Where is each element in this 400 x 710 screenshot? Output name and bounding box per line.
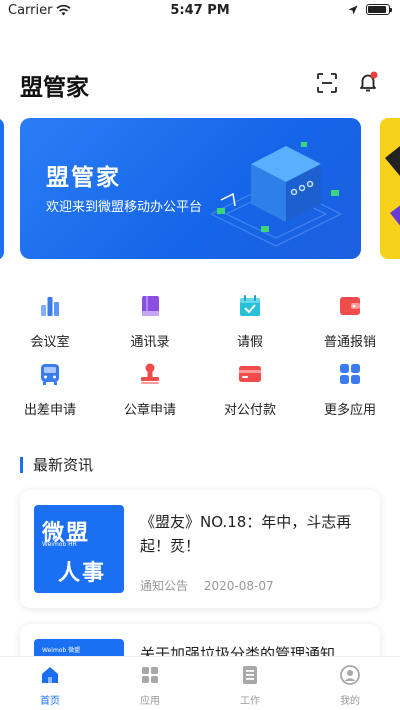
tab-work[interactable]: 工作 bbox=[200, 657, 300, 710]
news-title: 《盟友》NO.18：年中，斗志再起！烎！ bbox=[140, 513, 352, 555]
app-screen: Carrier 5:47 PM 盟管家 盟管家 欢迎来到微盟移动办公平台 会议室… bbox=[0, 0, 400, 710]
tab-home[interactable]: 首页 bbox=[0, 657, 100, 710]
stamp-icon bbox=[141, 363, 159, 384]
shortcut-meeting-room[interactable]: 会议室 bbox=[0, 293, 100, 361]
banner-title: 盟管家 bbox=[46, 165, 121, 191]
banner-subtitle: 欢迎来到微盟移动办公平台 bbox=[46, 200, 203, 215]
shortcut-contacts[interactable]: 通讯录 bbox=[100, 293, 200, 361]
app-header: 盟管家 bbox=[20, 64, 380, 104]
shortcut-corporate-payment[interactable]: 对公付款 bbox=[200, 361, 300, 429]
news-thumbnail: 微盟 Weimob HR 人事 bbox=[34, 505, 124, 593]
banner-prev-peek[interactable] bbox=[0, 118, 4, 260]
shortcut-label: 通讯录 bbox=[130, 335, 170, 350]
tab-apps[interactable]: 应用 bbox=[100, 657, 200, 710]
banner-slide[interactable]: 盟管家 欢迎来到微盟移动办公平台 bbox=[20, 118, 361, 259]
banner-next-illustration-icon bbox=[385, 146, 400, 226]
news-card[interactable]: 微盟 Weimob HR 人事 《盟友》NO.18：年中，斗志再起！烎！ 通知公… bbox=[20, 490, 380, 608]
shortcut-leave[interactable]: 请假 bbox=[200, 293, 300, 361]
shortcut-label: 会议室 bbox=[30, 335, 70, 350]
card-icon bbox=[239, 366, 261, 382]
battery-icon bbox=[366, 4, 392, 15]
tab-label: 应用 bbox=[140, 696, 160, 707]
thumb-text-line3: 人事 bbox=[58, 561, 107, 586]
notification-bell-icon[interactable] bbox=[356, 70, 380, 94]
page-title: 盟管家 bbox=[20, 75, 89, 101]
home-icon bbox=[42, 667, 58, 683]
shortcut-label: 普通报销 bbox=[323, 335, 376, 350]
news-date: 2020-08-07 bbox=[203, 579, 274, 593]
app-shortcut-grid: 会议室 通讯录 请假 普通报销 出差申请 公章申请 对公付款 更多应用 bbox=[0, 293, 400, 429]
news-section-title: 最新资讯 bbox=[20, 457, 93, 473]
shortcut-business-trip[interactable]: 出差申请 bbox=[0, 361, 100, 429]
contacts-icon bbox=[142, 296, 159, 316]
shortcut-label: 请假 bbox=[236, 335, 263, 350]
shortcut-reimbursement[interactable]: 普通报销 bbox=[300, 293, 400, 361]
banner-server-illustration-icon bbox=[209, 142, 343, 247]
location-arrow-icon bbox=[348, 5, 358, 14]
more-apps-icon bbox=[340, 364, 360, 384]
status-bar: Carrier 5:47 PM bbox=[0, 0, 400, 22]
wallet-icon bbox=[340, 297, 360, 315]
tab-profile[interactable]: 我的 bbox=[300, 657, 400, 710]
news-meta: 通知公告 2020-08-07 bbox=[140, 577, 274, 594]
shortcut-label: 公章申请 bbox=[123, 403, 176, 418]
banner-carousel[interactable]: 盟管家 欢迎来到微盟移动办公平台 bbox=[0, 118, 400, 260]
banner-next-peek[interactable] bbox=[380, 118, 400, 259]
work-icon bbox=[243, 666, 257, 684]
shortcut-label: 对公付款 bbox=[223, 403, 276, 418]
tab-label: 工作 bbox=[240, 696, 260, 707]
thumb-text-line2: Weimob HR bbox=[42, 541, 77, 548]
status-time: 5:47 PM bbox=[170, 3, 230, 18]
shortcut-label: 更多应用 bbox=[323, 403, 376, 418]
thumb-text-line1: Weimob 微盟 bbox=[42, 647, 81, 654]
tab-label: 我的 bbox=[340, 696, 360, 707]
profile-icon bbox=[340, 665, 360, 685]
scan-icon[interactable] bbox=[316, 72, 338, 94]
bus-icon bbox=[41, 364, 59, 385]
news-category: 通知公告 bbox=[140, 579, 189, 593]
bottom-tab-bar: 首页 应用 工作 我的 bbox=[0, 656, 400, 710]
shortcut-seal-request[interactable]: 公章申请 bbox=[100, 361, 200, 429]
shortcut-more-apps[interactable]: 更多应用 bbox=[300, 361, 400, 429]
tab-label: 首页 bbox=[40, 696, 60, 707]
apps-icon bbox=[142, 667, 158, 683]
shortcut-label: 出差申请 bbox=[23, 403, 76, 418]
meeting-room-icon bbox=[41, 297, 59, 316]
leave-calendar-icon bbox=[240, 295, 260, 316]
